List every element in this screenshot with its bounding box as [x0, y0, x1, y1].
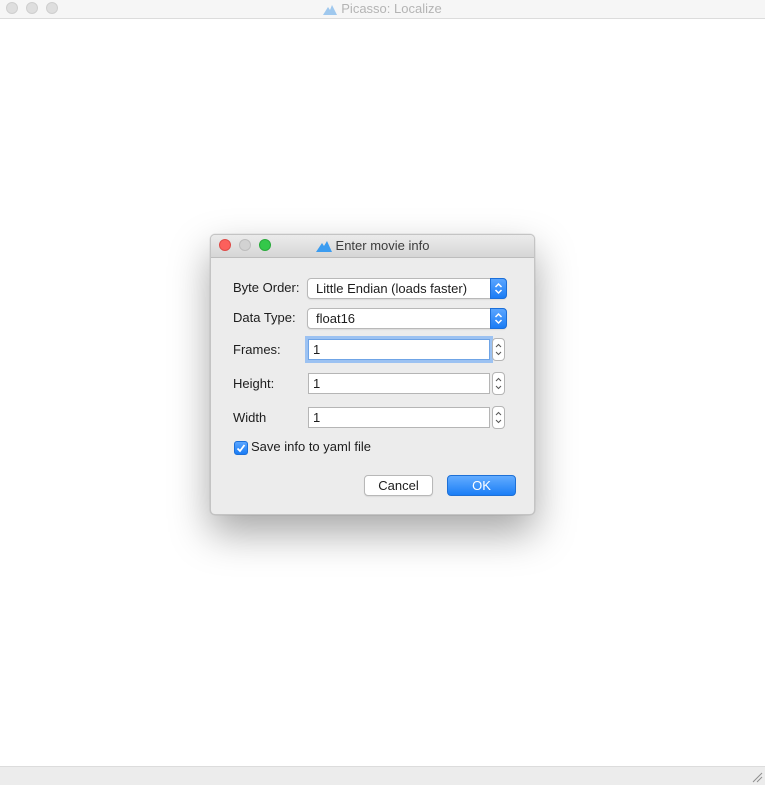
data-type-select[interactable]: float16	[307, 308, 507, 329]
width-field[interactable]	[308, 407, 490, 428]
main-window-title: Picasso: Localize	[0, 1, 765, 17]
mountain-icon	[315, 241, 332, 252]
height-input[interactable]	[309, 374, 489, 393]
width-stepper[interactable]	[492, 406, 505, 429]
height-label: Height:	[233, 376, 275, 391]
data-type-label: Data Type:	[233, 310, 296, 325]
main-titlebar: Picasso: Localize	[0, 0, 765, 19]
data-type-value: float16	[316, 311, 356, 326]
byte-order-select[interactable]: Little Endian (loads faster)	[307, 278, 507, 299]
up-down-arrows-icon	[494, 282, 503, 295]
up-down-arrows-icon	[494, 312, 503, 325]
byte-order-label: Byte Order:	[233, 280, 300, 295]
dialog-title-text: Enter movie info	[335, 238, 430, 253]
dialog-titlebar[interactable]: Enter movie info	[211, 235, 534, 258]
mountain-icon	[323, 5, 338, 15]
frames-label: Frames:	[233, 342, 281, 357]
byte-order-arrows	[490, 278, 507, 299]
status-bar	[0, 766, 765, 785]
ok-button[interactable]: OK	[447, 475, 516, 496]
width-input[interactable]	[309, 408, 489, 427]
frames-input[interactable]	[309, 340, 489, 359]
stepper-arrows-icon	[495, 411, 502, 424]
stepper-arrows-icon	[495, 377, 502, 390]
stepper-arrows-icon	[495, 343, 502, 356]
data-type-arrows	[490, 308, 507, 329]
checkmark-icon	[236, 444, 246, 453]
height-field[interactable]	[308, 373, 490, 394]
frames-field[interactable]	[308, 339, 490, 360]
save-yaml-label[interactable]: Save info to yaml file	[251, 439, 371, 455]
frames-stepper[interactable]	[492, 338, 505, 361]
width-label: Width	[233, 410, 267, 425]
save-yaml-checkbox[interactable]	[234, 441, 248, 455]
movie-info-dialog: Enter movie info Byte Order: Little Endi…	[210, 234, 535, 515]
resize-grip-icon[interactable]	[751, 771, 763, 783]
height-stepper[interactable]	[492, 372, 505, 395]
cancel-button[interactable]: Cancel	[364, 475, 433, 496]
byte-order-value: Little Endian (loads faster)	[316, 281, 468, 296]
dialog-title: Enter movie info	[211, 238, 534, 254]
main-window-title-text: Picasso: Localize	[341, 1, 442, 16]
